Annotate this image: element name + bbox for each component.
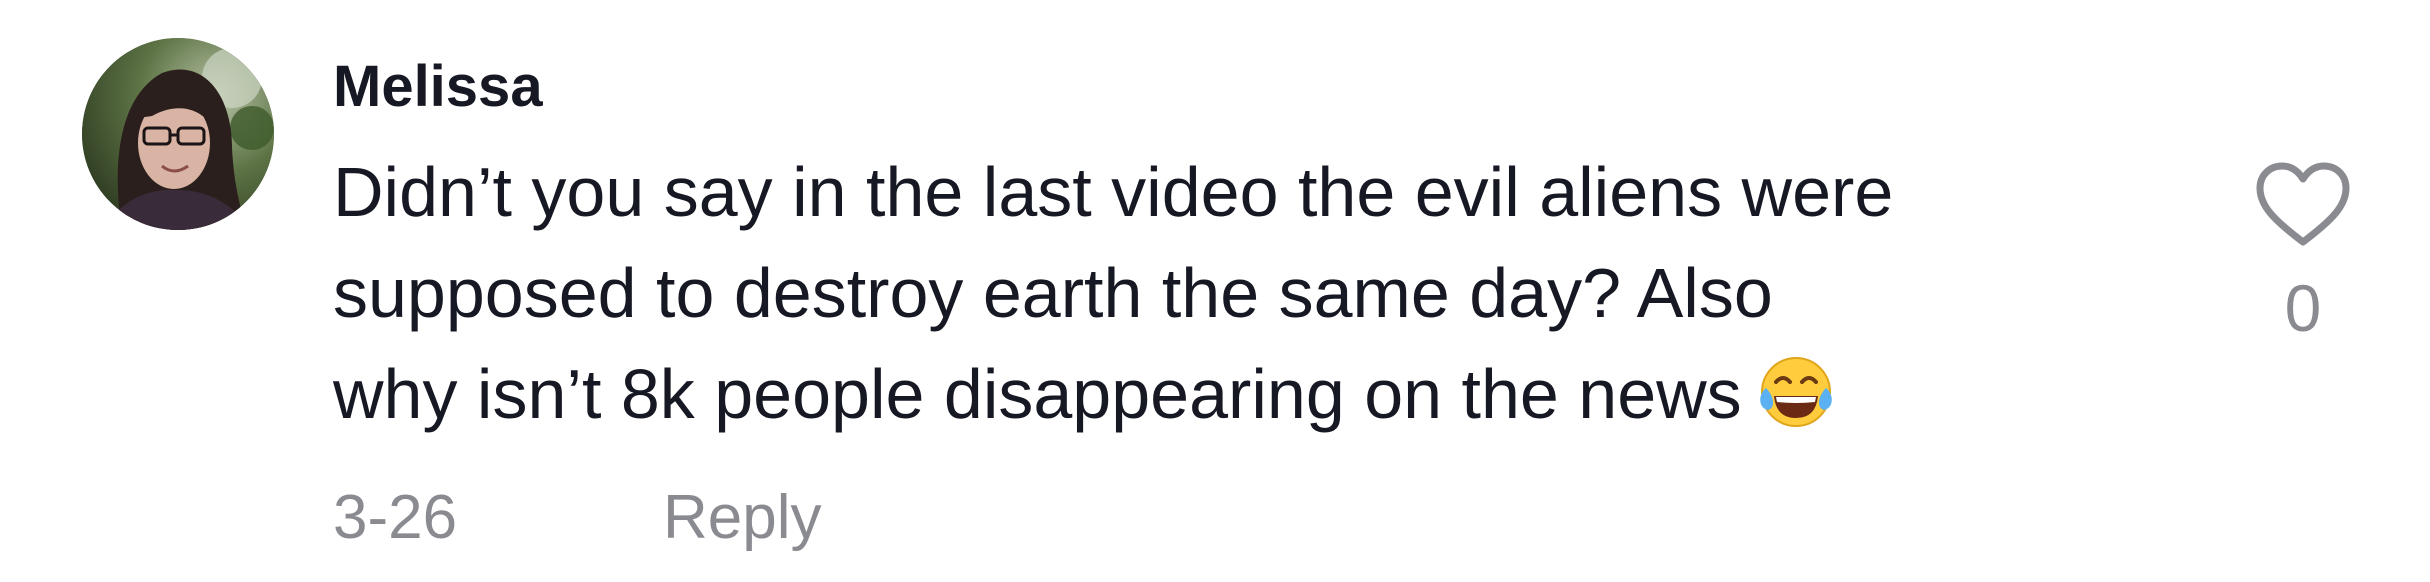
face-with-tears-of-joy-icon	[1759, 357, 1832, 427]
reply-button[interactable]: Reply	[663, 480, 822, 556]
comment-text-line-content: why isn’t 8k people disappearing on the …	[333, 355, 1742, 433]
avatar[interactable]	[82, 38, 274, 230]
avatar-image	[82, 38, 274, 230]
comment-text-line: why isn’t 8k people disappearing on the …	[333, 344, 2233, 445]
comment-text-line: Didn’t you say in the last video the evi…	[333, 153, 1894, 231]
like-count: 0	[2284, 271, 2322, 345]
comment-date: 3-26	[333, 483, 458, 552]
comment-username[interactable]: Melissa	[333, 52, 543, 122]
like-button[interactable]: 0	[2248, 160, 2358, 360]
comment-item: Melissa Didn’t you say in the last video…	[0, 0, 2430, 582]
comment-text: Didn’t you say in the last video the evi…	[333, 142, 2233, 445]
heart-outline-icon[interactable]	[2254, 160, 2352, 250]
comment-meta: 3-26 Reply	[333, 480, 822, 556]
comment-text-line: supposed to destroy earth the same day? …	[333, 254, 1773, 332]
